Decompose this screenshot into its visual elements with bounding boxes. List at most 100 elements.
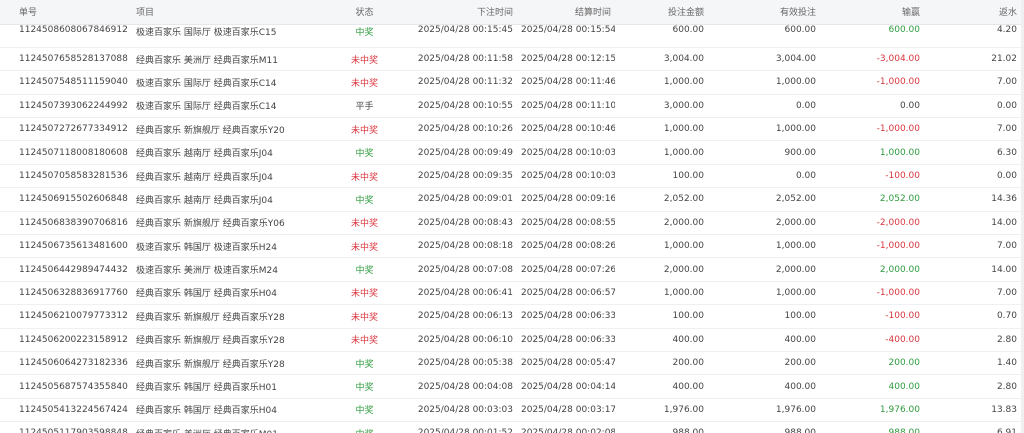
table-row[interactable]: 1124506200223158912 经典百家乐 新旗舰厅 经典百家乐Y28 未中… bbox=[0, 328, 1021, 352]
cell-settle-time: 2025/04/28 00:08:26 bbox=[521, 241, 615, 252]
cell-item: 经典百家乐 新旗舰厅 经典百家乐Y06 bbox=[136, 219, 285, 230]
cell-settle-time: 2025/04/28 00:15:54 bbox=[521, 24, 615, 35]
table-row[interactable]: 1124506328836917760 经典百家乐 韩国厅 经典百家乐H04 未中奖… bbox=[0, 281, 1021, 305]
table-row[interactable]: 1124507548511159040 极速百家乐 国际厅 经典百家乐C14 未中奖… bbox=[0, 71, 1021, 95]
cell-item: 经典百家乐 美洲厅 经典百家乐M01 bbox=[132, 422, 327, 433]
column-header-rebate[interactable]: 返水 bbox=[924, 0, 1021, 25]
cell-bet-time: 2025/04/28 00:09:49 bbox=[417, 147, 513, 158]
cell-item: 经典百家乐 越南厅 经典百家乐J04 bbox=[136, 149, 273, 160]
table-row[interactable]: 1124507058583281536 经典百家乐 越南厅 经典百家乐J04 未中奖… bbox=[0, 164, 1021, 188]
cell-valid-bet: 400.00 bbox=[784, 381, 817, 392]
cell-settle-time: 2025/04/28 00:08:55 bbox=[521, 217, 615, 228]
cell-win-loss: -2,000.00 bbox=[876, 217, 920, 228]
cell-item: 极速百家乐 国际厅 极速百家乐C15 bbox=[136, 27, 277, 38]
table-row[interactable]: 1124507393062244992 极速百家乐 国际厅 经典百家乐C14 平手 2… bbox=[0, 94, 1021, 118]
cell-status: 未中奖 bbox=[350, 336, 378, 347]
cell-bet-time: 2025/04/28 00:09:35 bbox=[417, 171, 513, 182]
cell-bet-amount: 2,000.00 bbox=[663, 217, 704, 228]
cell-bet-time: 2025/04/28 00:10:55 bbox=[417, 100, 513, 111]
cell-item: 极速百家乐 韩国厅 极速百家乐H24 bbox=[136, 242, 277, 253]
cell-bet-amount: 1,000.00 bbox=[663, 147, 704, 158]
cell-valid-bet: 1,976.00 bbox=[775, 404, 816, 415]
cell-settle-time: 2025/04/28 00:03:17 bbox=[521, 404, 615, 415]
column-header-order-id[interactable]: 单号 bbox=[0, 0, 132, 25]
column-header-bet-time[interactable]: 下注时间 bbox=[402, 0, 517, 25]
column-header-bet-amount[interactable]: 投注金额 bbox=[615, 0, 708, 25]
cell-valid-bet: 400.00 bbox=[784, 334, 817, 345]
cell-status: 未中奖 bbox=[350, 219, 378, 230]
table-row[interactable]: 1124506735613481600 极速百家乐 韩国厅 极速百家乐H24 未中奖… bbox=[0, 235, 1021, 258]
cell-bet-amount: 3,000.00 bbox=[663, 100, 704, 111]
cell-bet-time: 2025/04/28 00:06:13 bbox=[417, 311, 513, 322]
cell-status: 未中奖 bbox=[350, 55, 378, 66]
cell-order-id: 1124505117903598848 bbox=[0, 422, 132, 433]
cell-order-id: 1124507548511159040 bbox=[19, 77, 128, 88]
cell-valid-bet: 600.00 bbox=[784, 24, 817, 35]
table-row[interactable]: 1124508608067846912 极速百家乐 国际厅 极速百家乐C15 中奖 2… bbox=[0, 24, 1021, 48]
cell-settle-time: 2025/04/28 00:06:33 bbox=[521, 311, 615, 322]
cell-rebate: 7.00 bbox=[996, 287, 1017, 298]
table-row[interactable]: 1124507118008180608 经典百家乐 越南厅 经典百家乐J04 中奖 2… bbox=[0, 141, 1021, 165]
table-row[interactable]: 1124506838390706816 经典百家乐 新旗舰厅 经典百家乐Y06 未中… bbox=[0, 211, 1021, 235]
table-row[interactable]: 1124506915502606848 经典百家乐 越南厅 经典百家乐J04 中奖 2… bbox=[0, 188, 1021, 212]
cell-valid-bet: 3,004.00 bbox=[775, 54, 816, 65]
cell-valid-bet: 0.00 bbox=[795, 171, 816, 182]
cell-item: 极速百家乐 国际厅 经典百家乐C14 bbox=[136, 102, 277, 113]
table-row[interactable]: 1124506064273182336 经典百家乐 新旗舰厅 经典百家乐Y28 中奖… bbox=[0, 351, 1021, 375]
cell-item: 经典百家乐 新旗舰厅 经典百家乐Y28 bbox=[136, 336, 285, 347]
column-header-settle-time[interactable]: 结算时间 bbox=[517, 0, 615, 25]
table-row[interactable]: 1124505117903598848经典百家乐 美洲厅 经典百家乐M01中奖2… bbox=[0, 422, 1021, 433]
table-row[interactable]: 1124507658528137088 经典百家乐 美洲厅 经典百家乐M11 未中奖… bbox=[0, 47, 1021, 71]
cell-status: 中奖 bbox=[355, 195, 374, 206]
table-header: 单号 项目 状态 下注时间 结算时间 投注金额 有效投注 输赢 返水 bbox=[0, 0, 1021, 25]
cell-bet-amount: 1,976.00 bbox=[663, 404, 704, 415]
cell-order-id: 1124505687574355840 bbox=[19, 381, 128, 392]
cell-order-id: 1124506064273182336 bbox=[19, 358, 128, 369]
cell-order-id: 1124506328836917760 bbox=[19, 287, 128, 298]
cell-settle-time: 2025/04/28 00:10:46 bbox=[521, 124, 615, 135]
table-row[interactable]: 1124505687574355840 经典百家乐 韩国厅 经典百家乐H01 中奖 2… bbox=[0, 375, 1021, 399]
table-row[interactable]: 1124506210079773312 经典百家乐 新旗舰厅 经典百家乐Y28 未中… bbox=[0, 305, 1021, 329]
cell-valid-bet: 1,000.00 bbox=[775, 77, 816, 88]
cell-status: 中奖 bbox=[355, 149, 374, 160]
cell-valid-bet: 1,000.00 bbox=[775, 287, 816, 298]
table-row[interactable]: 1124506442989474432 极速百家乐 美洲厅 极速百家乐M24 中奖 2… bbox=[0, 258, 1021, 282]
cell-valid-bet: 0.00 bbox=[795, 100, 816, 111]
cell-rebate: 7.00 bbox=[996, 77, 1017, 88]
cell-status: 未中奖 bbox=[350, 289, 378, 300]
cell-rebate: 0.00 bbox=[996, 100, 1017, 111]
column-header-valid-bet[interactable]: 有效投注 bbox=[708, 0, 820, 25]
cell-settle-time: 2025/04/28 00:09:16 bbox=[521, 194, 615, 205]
table-row[interactable]: 1124507272677334912 经典百家乐 新旗舰厅 经典百家乐Y20 未中… bbox=[0, 118, 1021, 141]
column-header-win-loss[interactable]: 输赢 bbox=[820, 0, 924, 25]
cell-order-id: 1124507658528137088 bbox=[19, 54, 128, 65]
table-row[interactable]: 1124505413224567424 经典百家乐 韩国厅 经典百家乐H04 中奖 2… bbox=[0, 398, 1021, 422]
column-header-status[interactable]: 状态 bbox=[327, 0, 402, 25]
cell-bet-amount: 100.00 bbox=[672, 171, 705, 182]
cell-win-loss: 1,976.00 bbox=[879, 404, 920, 415]
cell-bet-time: 2025/04/28 00:06:41 bbox=[417, 287, 513, 298]
cell-valid-bet: 100.00 bbox=[784, 311, 817, 322]
cell-win-loss: -3,004.00 bbox=[876, 54, 920, 65]
cell-item: 经典百家乐 越南厅 经典百家乐J04 bbox=[136, 195, 273, 206]
cell-item: 经典百家乐 越南厅 经典百家乐J04 bbox=[136, 172, 273, 183]
cell-item: 经典百家乐 新旗舰厅 经典百家乐Y28 bbox=[136, 359, 285, 370]
column-header-item[interactable]: 项目 bbox=[132, 0, 327, 25]
cell-item: 经典百家乐 韩国厅 经典百家乐H04 bbox=[136, 406, 277, 417]
cell-rebate: 2.80 bbox=[996, 334, 1017, 345]
cell-win-loss: -100.00 bbox=[885, 171, 920, 182]
cell-bet-time: 2025/04/28 00:08:18 bbox=[417, 241, 513, 252]
cell-bet-amount: 100.00 bbox=[672, 311, 705, 322]
cell-valid-bet: 988.00 bbox=[708, 422, 820, 433]
cell-settle-time: 2025/04/28 00:10:03 bbox=[521, 147, 615, 158]
cell-bet-amount: 2,000.00 bbox=[663, 264, 704, 275]
cell-order-id: 1124506200223158912 bbox=[19, 334, 128, 345]
cell-win-loss: -1,000.00 bbox=[876, 77, 920, 88]
cell-settle-time: 2025/04/28 00:11:46 bbox=[521, 77, 615, 88]
cell-bet-time: 2025/04/28 00:15:45 bbox=[417, 24, 513, 35]
cell-bet-time: 2025/04/28 00:11:32 bbox=[417, 77, 513, 88]
cell-order-id: 1124505413224567424 bbox=[19, 404, 128, 415]
cell-bet-time: 2025/04/28 00:01:52 bbox=[402, 422, 517, 433]
cell-settle-time: 2025/04/28 00:07:26 bbox=[521, 264, 615, 275]
cell-bet-time: 2025/04/28 00:07:08 bbox=[417, 264, 513, 275]
